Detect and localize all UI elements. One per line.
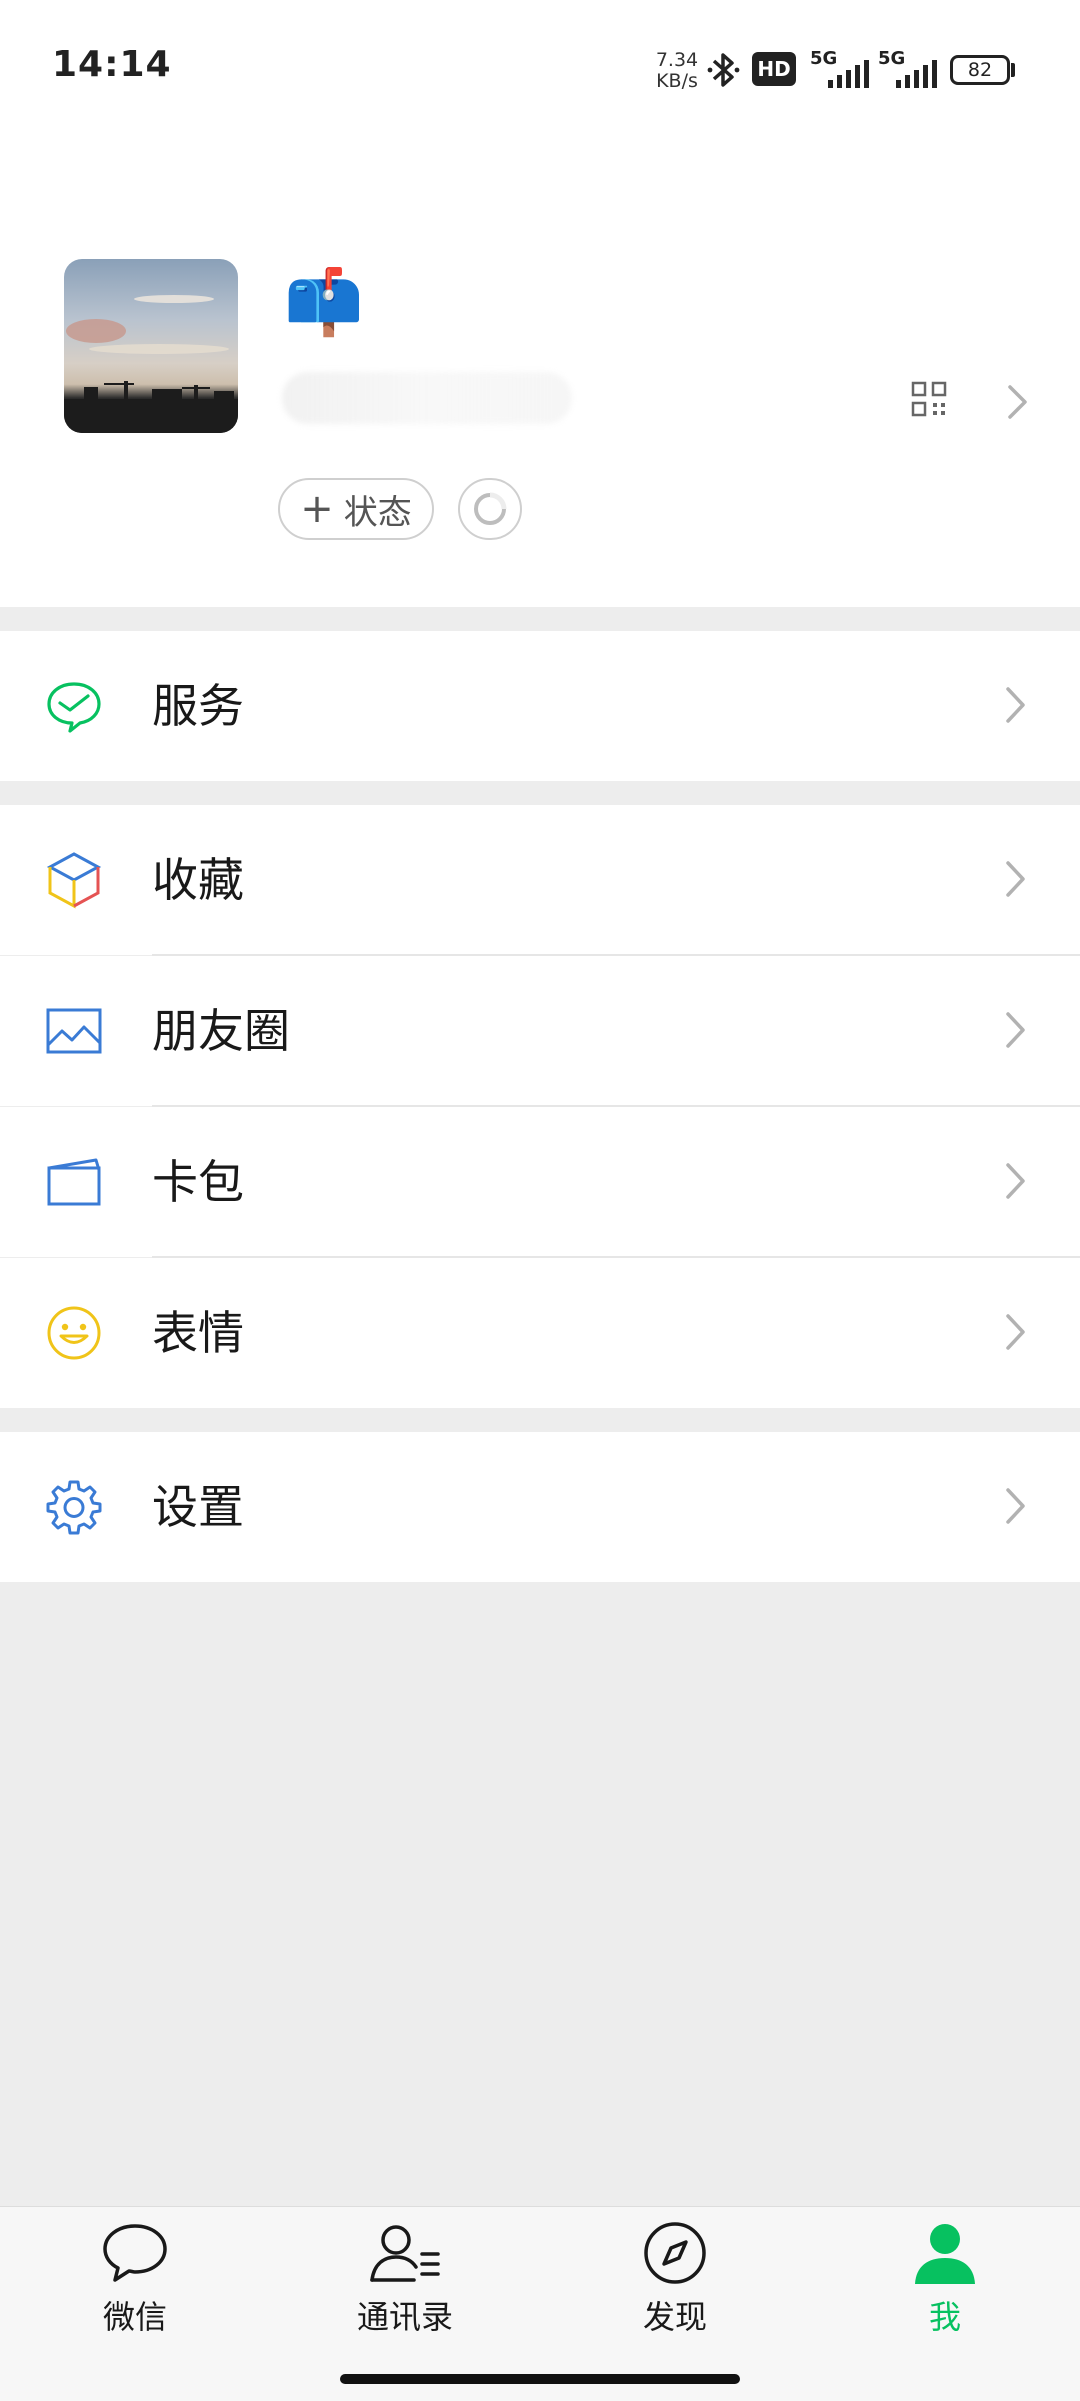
add-status-label: 状态	[343, 492, 412, 533]
moments-label: 朋友圈	[152, 1004, 290, 1058]
settings-label: 设置	[152, 1480, 244, 1534]
add-status-button[interactable]: + 状态	[278, 478, 434, 540]
avatar-skyline-image	[64, 295, 238, 433]
menu-item-favorites[interactable]: 收藏	[0, 805, 1080, 955]
status-time: 14:14	[52, 44, 172, 85]
network-speed-unit: KB/s	[656, 70, 698, 92]
menu-item-card-wallet[interactable]: 卡包	[0, 1107, 1080, 1257]
services-icon	[47, 682, 101, 733]
chevron-right-icon	[1006, 687, 1025, 723]
me-person-icon	[915, 2224, 975, 2284]
status-refresh-button[interactable]	[458, 478, 522, 540]
network-speed: 7.34 KB/s	[652, 50, 702, 92]
moments-image-icon	[46, 1008, 102, 1054]
loading-ring-icon	[474, 492, 507, 525]
wechat-id-blurred	[282, 372, 572, 424]
chevron-right-icon	[1006, 1314, 1025, 1350]
favorites-cube-icon	[46, 852, 102, 909]
tab-discover[interactable]: 发现	[575, 2220, 775, 2350]
chevron-right-icon	[1006, 1488, 1025, 1524]
menu-item-stickers[interactable]: 表情	[0, 1258, 1080, 1408]
favorites-label: 收藏	[152, 853, 244, 907]
tab-contacts-label: 通讯录	[356, 2298, 453, 2336]
battery-tip	[1011, 63, 1015, 77]
contacts-icon	[370, 2225, 440, 2282]
avatar[interactable]	[64, 259, 238, 433]
stickers-label: 表情	[152, 1306, 244, 1360]
battery-level: 82	[967, 59, 993, 81]
compass-icon	[644, 2222, 706, 2284]
signal-bars-icon	[828, 60, 869, 88]
chevron-right-icon	[1006, 861, 1025, 897]
services-label: 服务	[152, 679, 244, 733]
card-wallet-label: 卡包	[152, 1155, 244, 1209]
chevron-right-icon	[1006, 1163, 1025, 1199]
qr-code-icon[interactable]	[911, 381, 947, 417]
sim1-signal: 5G	[808, 48, 872, 90]
tab-discover-label: 发现	[642, 2298, 707, 2336]
battery-icon: 82	[950, 55, 1010, 85]
hd-label: HD	[757, 57, 791, 81]
menu-item-services[interactable]: 服务	[0, 631, 1080, 781]
chevron-right-icon	[1006, 1012, 1025, 1048]
card-wallet-icon	[47, 1158, 101, 1206]
chat-bubble-icon	[103, 2224, 167, 2282]
profile-nickname[interactable]: 📫	[284, 268, 364, 338]
sim2-signal: 5G	[876, 48, 940, 90]
network-speed-value: 7.34	[655, 49, 699, 71]
profile-chevron-right-icon[interactable]	[1007, 384, 1029, 420]
tab-chats[interactable]: 微信	[35, 2220, 235, 2350]
tab-me-label: 我	[928, 2298, 961, 2336]
home-indicator	[340, 2374, 740, 2384]
tab-chats-label: 微信	[102, 2298, 167, 2336]
plus-icon: +	[300, 486, 334, 532]
hd-voice-icon: HD	[752, 52, 796, 86]
tab-me[interactable]: 我	[845, 2220, 1045, 2350]
menu-item-settings[interactable]: 设置	[0, 1432, 1080, 1582]
menu-item-moments[interactable]: 朋友圈	[0, 956, 1080, 1106]
stickers-smiley-icon	[47, 1306, 101, 1360]
bluetooth-icon	[707, 53, 740, 87]
signal-bars-icon	[896, 60, 937, 88]
tab-contacts[interactable]: 通讯录	[305, 2220, 505, 2350]
settings-gear-icon	[46, 1480, 102, 1535]
